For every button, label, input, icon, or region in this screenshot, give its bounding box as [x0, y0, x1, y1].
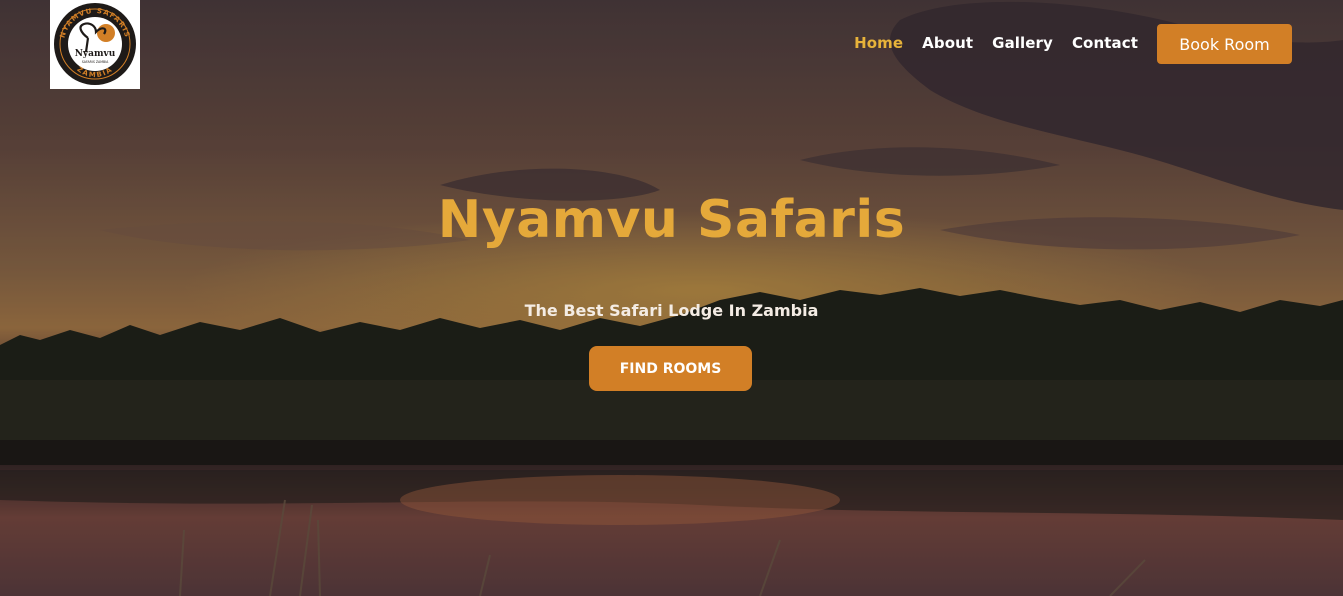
nav-link-gallery[interactable]: Gallery — [992, 34, 1053, 52]
logo-wordmark: Nyamvu — [75, 49, 116, 59]
site-logo[interactable]: NYAMVU SAFARIS ZAMBIA Nyamvu SAFARIS ZAM… — [50, 0, 140, 89]
find-rooms-button[interactable]: FIND ROOMS — [589, 346, 752, 391]
nav-link-contact[interactable]: Contact — [1072, 34, 1138, 52]
hero-subtitle: The Best Safari Lodge In Zambia — [524, 301, 819, 320]
main-menu: Home About Gallery Contact — [854, 34, 1138, 52]
hero-section: NYAMVU SAFARIS ZAMBIA Nyamvu SAFARIS ZAM… — [0, 0, 1343, 596]
book-room-button[interactable]: Book Room — [1157, 24, 1292, 64]
top-navigation: NYAMVU SAFARIS ZAMBIA Nyamvu SAFARIS ZAM… — [0, 0, 1343, 90]
logo-small-text: SAFARIS ZAMBIA — [82, 60, 109, 64]
logo-emblem-icon: NYAMVU SAFARIS ZAMBIA Nyamvu SAFARIS ZAM… — [54, 3, 136, 85]
hero-title: Nyamvu Safaris — [437, 190, 906, 250]
nav-link-home[interactable]: Home — [854, 34, 903, 52]
nav-link-about[interactable]: About — [922, 34, 973, 52]
